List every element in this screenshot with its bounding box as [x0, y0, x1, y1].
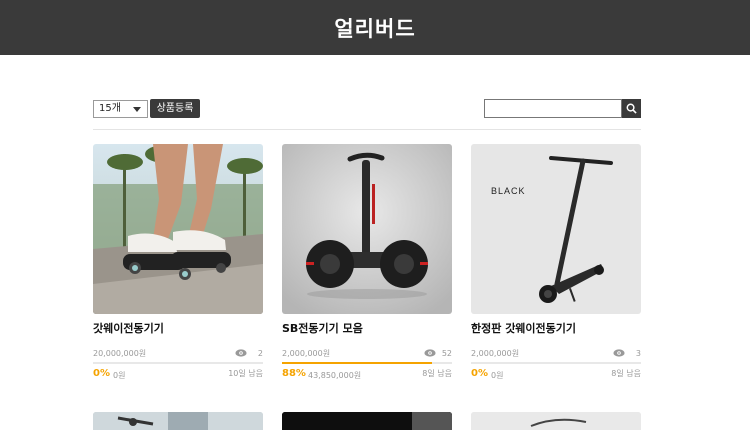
view-count: 3: [635, 349, 641, 358]
target-amount: 2,000,000원: [471, 349, 520, 358]
funding-percent: 88%: [282, 368, 306, 379]
days-left: 10일 남음: [228, 369, 263, 378]
product-card[interactable]: 갓웨이전동기기 20,000,000원 2 0% 0원 10일 남음: [93, 144, 263, 380]
raised-amount: 0원: [113, 371, 126, 380]
raised-amount: 0원: [491, 371, 504, 380]
eye-icon: [613, 349, 625, 357]
page-size-value: 15개: [99, 103, 121, 114]
days-left: 8일 남음: [611, 369, 641, 378]
raised-amount: 43,850,000원: [308, 371, 362, 380]
product-card-partial[interactable]: [93, 412, 263, 430]
top-header: 얼리버드: [0, 0, 750, 55]
product-name[interactable]: SB전동기기 모음: [282, 320, 363, 336]
target-amount: 20,000,000원: [93, 349, 147, 358]
toolbar: 15개 상품등록: [93, 99, 641, 119]
eye-icon: [235, 349, 247, 357]
chevron-down-icon: [133, 107, 141, 112]
divider: [93, 129, 641, 130]
search-input[interactable]: [484, 99, 622, 118]
page-size-select[interactable]: 15개: [93, 100, 148, 118]
product-card[interactable]: SB전동기기 모음 2,000,000원 52 88% 43,850,000원 …: [282, 144, 452, 380]
product-card[interactable]: BLACK 한정판 갓웨이전동기기 2,000,000원 3 0% 0원 8일 …: [471, 144, 641, 380]
search-button[interactable]: [622, 99, 641, 118]
funding-percent: 0%: [93, 368, 110, 379]
eye-icon: [424, 349, 436, 357]
register-product-button[interactable]: 상품등록: [150, 99, 200, 118]
product-image-hovershoes[interactable]: [93, 144, 263, 314]
product-card-partial[interactable]: [471, 412, 641, 430]
view-count: 2: [257, 349, 263, 358]
product-name[interactable]: 한정판 갓웨이전동기기: [471, 320, 576, 336]
product-card-partial[interactable]: [282, 412, 452, 430]
product-name[interactable]: 갓웨이전동기기: [93, 320, 164, 336]
view-count: 52: [441, 349, 452, 358]
funding-percent: 0%: [471, 368, 488, 379]
target-amount: 2,000,000원: [282, 349, 331, 358]
funding-progress-bar: [282, 362, 452, 364]
brand-text: BLACK: [491, 186, 526, 196]
search-icon: [626, 103, 637, 114]
product-image-scooter[interactable]: BLACK: [471, 144, 641, 314]
funding-progress-bar: [93, 362, 263, 364]
site-title[interactable]: 얼리버드: [334, 13, 415, 43]
product-image-segway[interactable]: [282, 144, 452, 314]
funding-progress-bar: [471, 362, 641, 364]
days-left: 8일 남음: [422, 369, 452, 378]
